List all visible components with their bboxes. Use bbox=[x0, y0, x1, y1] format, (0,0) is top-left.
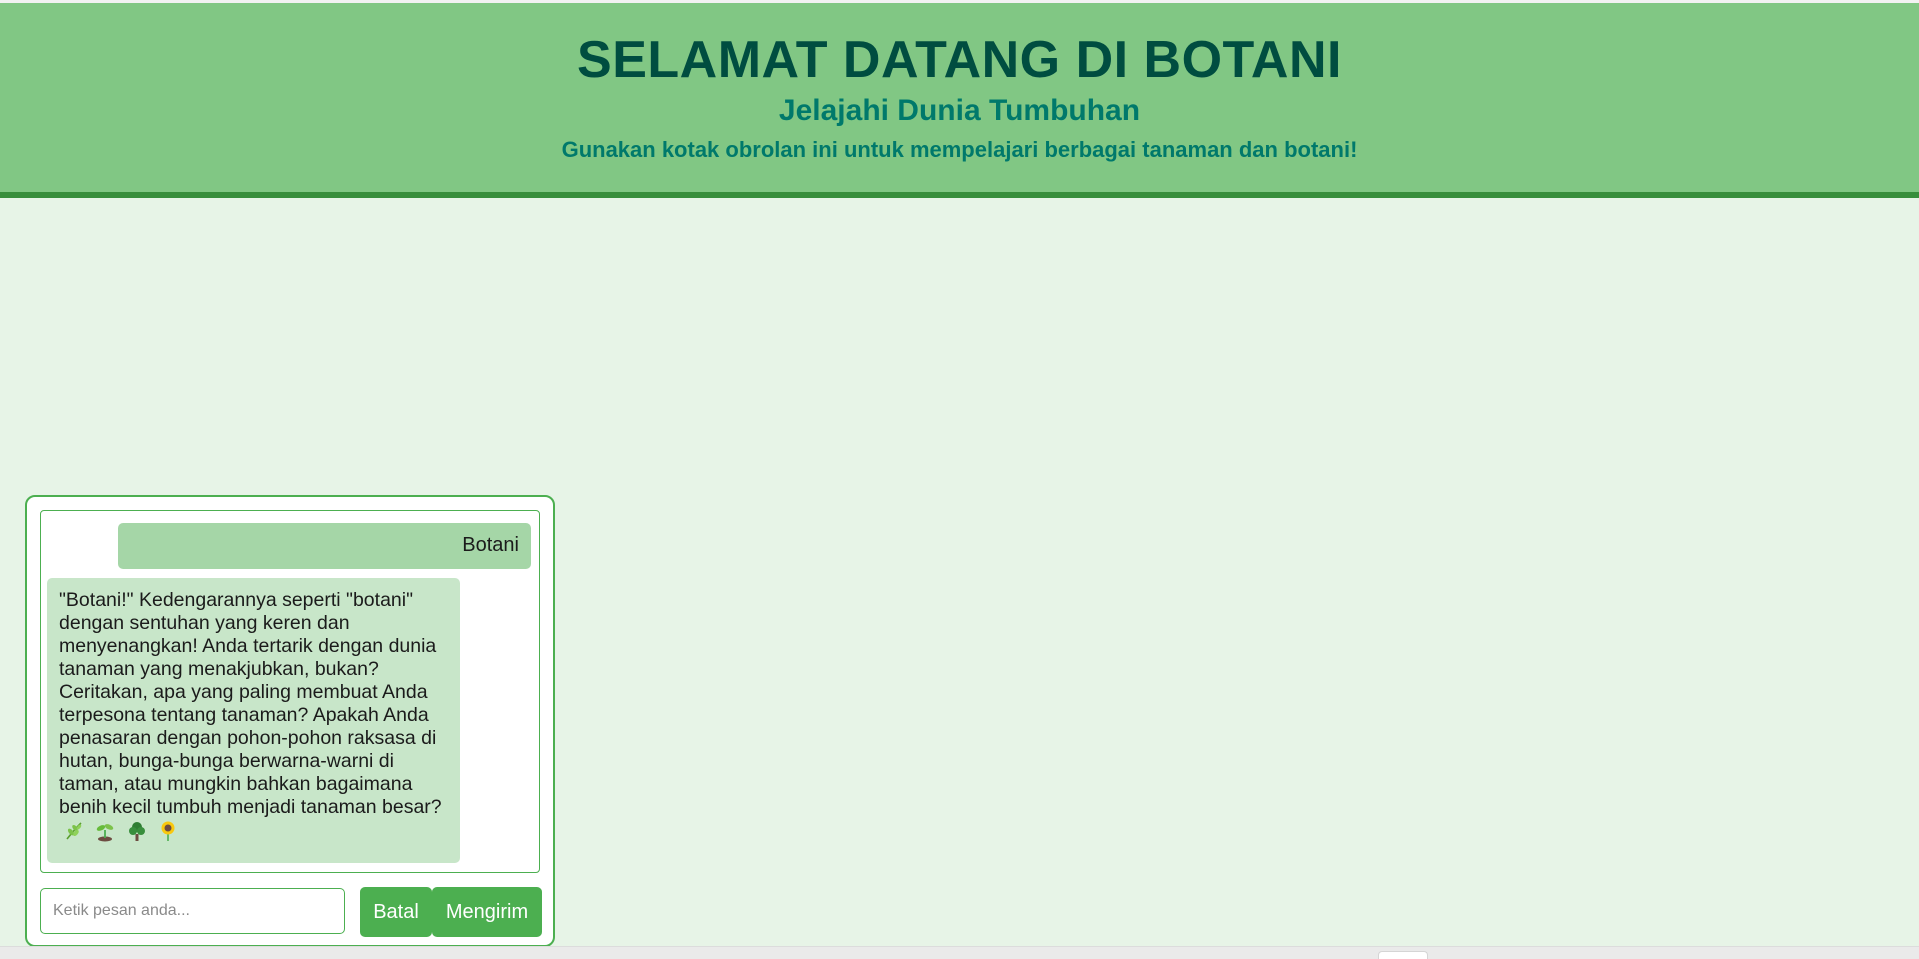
chat-input-row: Batal Mengirim bbox=[40, 887, 542, 937]
cancel-button[interactable]: Batal bbox=[360, 887, 432, 937]
tree-icon bbox=[128, 821, 145, 841]
chat-messages[interactable]: Botani "Botani!" Kedengarannya seperti "… bbox=[40, 510, 540, 873]
send-button[interactable]: Mengirim bbox=[432, 887, 542, 937]
bottom-status-bar bbox=[0, 946, 1919, 959]
message-input[interactable] bbox=[40, 888, 345, 934]
bot-message-emojis bbox=[59, 819, 179, 842]
user-message-text: Botani bbox=[462, 534, 519, 556]
user-message: Botani bbox=[118, 523, 531, 569]
bot-message: "Botani!" Kedengarannya seperti "botani"… bbox=[47, 578, 460, 863]
page-header: SELAMAT DATANG DI BOTANI Jelajahi Dunia … bbox=[0, 3, 1919, 198]
page-title: SELAMAT DATANG DI BOTANI bbox=[577, 31, 1342, 89]
sunflower-icon bbox=[161, 821, 175, 841]
seedling-icon bbox=[97, 823, 114, 842]
herb-icon bbox=[66, 822, 82, 840]
page-subtitle: Jelajahi Dunia Tumbuhan bbox=[778, 94, 1141, 127]
page-tagline: Gunakan kotak obrolan ini untuk mempelaj… bbox=[561, 137, 1358, 162]
chat-box: Botani "Botani!" Kedengarannya seperti "… bbox=[25, 495, 555, 947]
bot-message-text: "Botani!" Kedengarannya seperti "botani"… bbox=[59, 589, 442, 818]
